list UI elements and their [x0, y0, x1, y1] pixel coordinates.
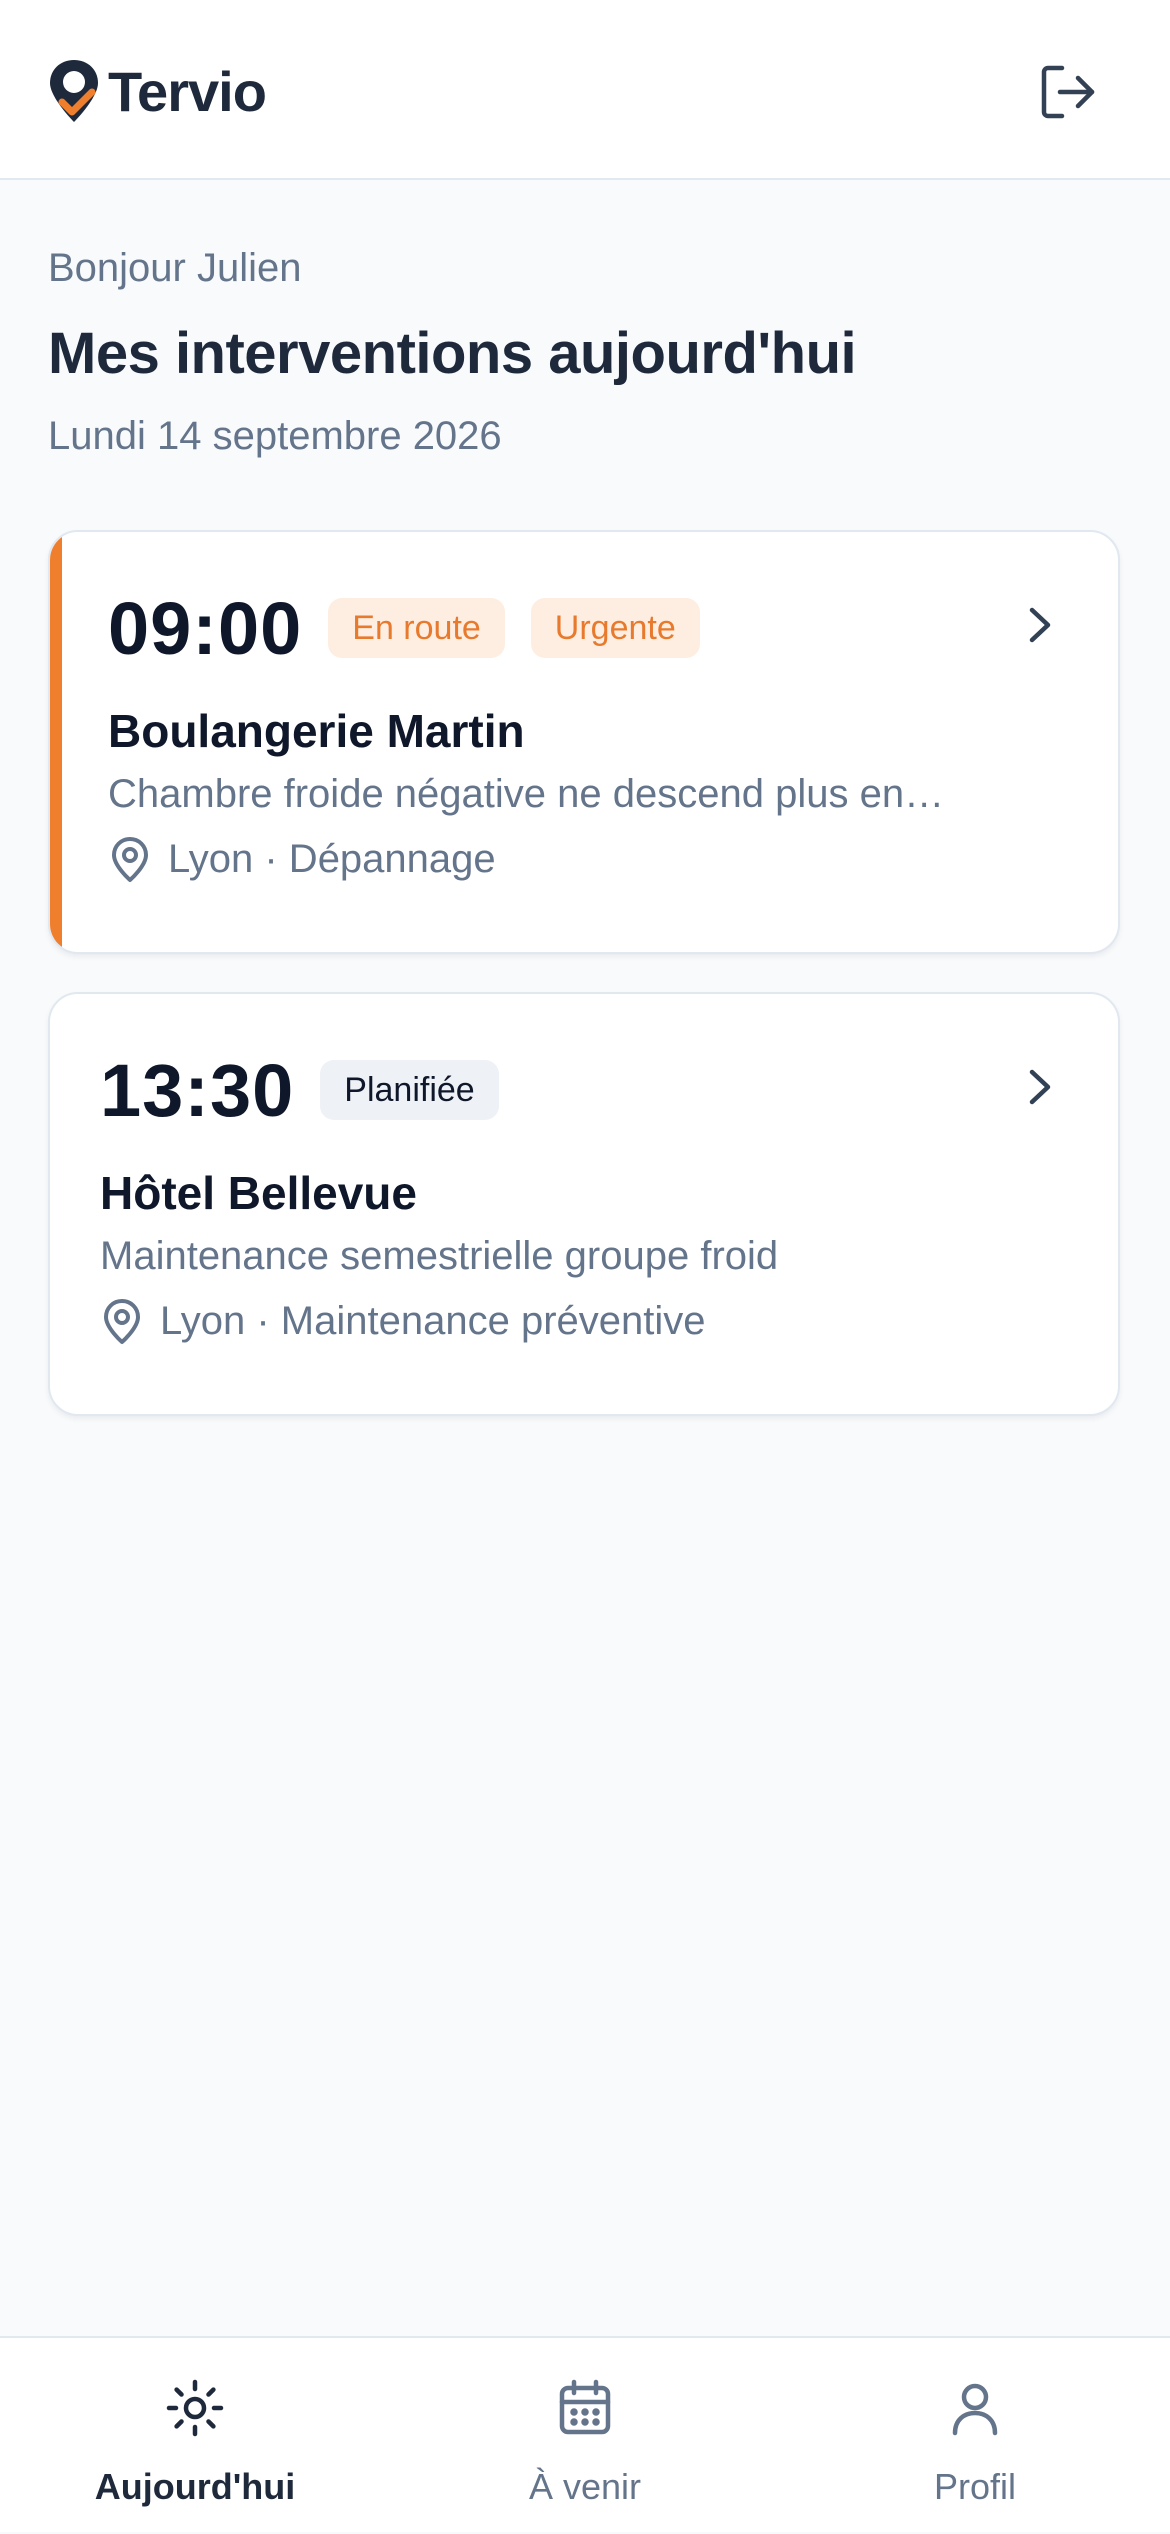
intervention-card[interactable]: 09:00 En route Urgente Boulangerie Marti…: [48, 530, 1120, 954]
app-logo[interactable]: Tervio: [48, 58, 267, 124]
intervention-time: 09:00: [108, 586, 303, 670]
location-pin-icon: [112, 837, 148, 882]
intervention-location: Lyon · Maintenance préventive: [100, 1297, 1118, 1345]
nav-item-profile[interactable]: Profil: [780, 2338, 1170, 2534]
intervention-description: Chambre froide négative ne descend plus …: [108, 772, 945, 816]
app-name: Tervio: [108, 59, 267, 123]
sun-icon: [166, 2379, 224, 2437]
intervention-card[interactable]: 13:30 Planifiée Hôtel Bellevue Maintenan…: [48, 992, 1120, 1416]
intervention-time: 13:30: [100, 1048, 295, 1132]
nav-label: Aujourd'hui: [94, 2466, 296, 2507]
status-badge: En route: [328, 598, 505, 658]
nav-item-upcoming[interactable]: À venir: [390, 2338, 780, 2534]
urgent-accent-bar: [50, 532, 62, 952]
status-badge: Planifiée: [320, 1060, 499, 1120]
app-header: Tervio: [0, 0, 1170, 180]
calendar-icon: [559, 2379, 611, 2435]
nav-label: Profil: [933, 2466, 1017, 2507]
priority-badge: Urgente: [530, 598, 700, 658]
greeting: Bonjour Julien: [48, 246, 302, 290]
intervention-location: Lyon · Dépannage: [108, 835, 1118, 883]
location-pin-icon: [104, 1299, 140, 1344]
client-name: Boulangerie Martin: [108, 705, 525, 757]
chevron-right-icon[interactable]: [1022, 1062, 1058, 1112]
intervention-description: Maintenance semestrielle groupe froid: [100, 1234, 779, 1278]
location-text: Lyon · Dépannage: [168, 836, 496, 881]
nav-label: À venir: [528, 2466, 642, 2507]
current-date: Lundi 14 septembre 2026: [48, 414, 502, 458]
page-title: Mes interventions aujourd'hui: [48, 321, 857, 386]
user-icon: [952, 2383, 998, 2436]
location-text: Lyon · Maintenance préventive: [160, 1298, 706, 1343]
nav-item-today[interactable]: Aujourd'hui: [0, 2338, 390, 2534]
client-name: Hôtel Bellevue: [100, 1167, 417, 1219]
chevron-right-icon[interactable]: [1022, 600, 1058, 650]
map-pin-check-icon: [50, 60, 98, 122]
logout-icon[interactable]: [1036, 60, 1100, 124]
bottom-navigation: Aujourd'hui À venir Profil: [0, 2336, 1170, 2532]
